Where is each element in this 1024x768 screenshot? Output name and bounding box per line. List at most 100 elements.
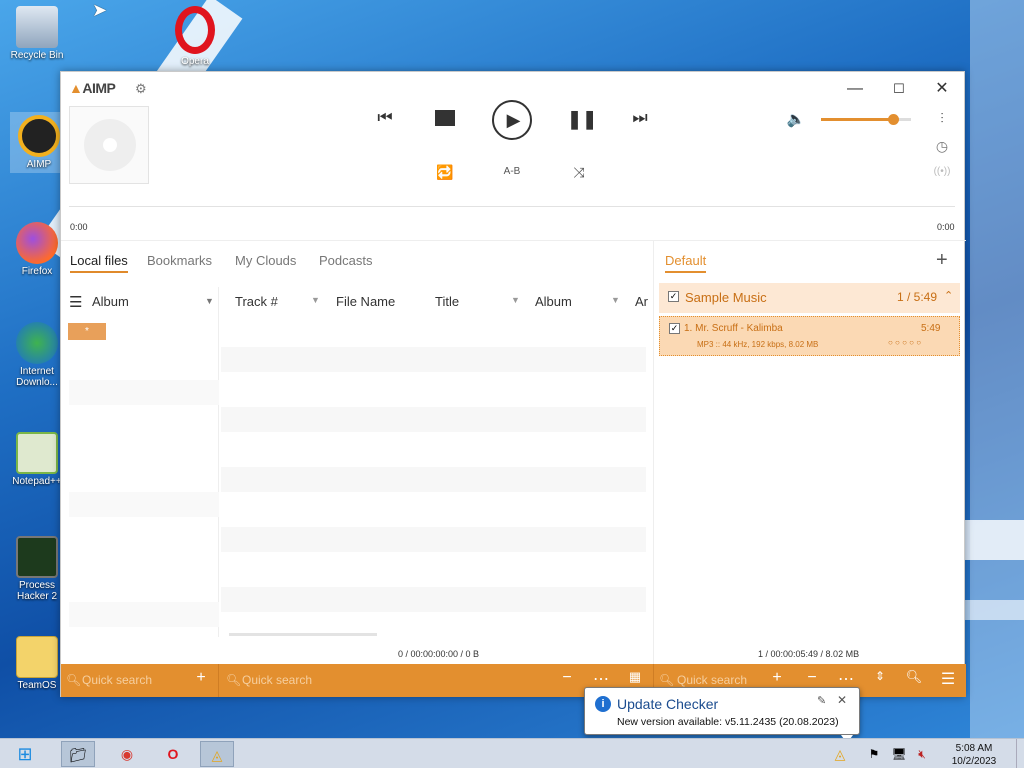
- add-files-button[interactable]: +: [766, 669, 788, 687]
- column-file-name[interactable]: File Name: [336, 294, 395, 309]
- column-title[interactable]: Title: [435, 294, 459, 309]
- tray-network-icon[interactable]: 🖥︎: [889, 741, 909, 767]
- broadcast-icon[interactable]: ((•)): [932, 166, 952, 177]
- scheduler-clock-icon[interactable]: ◷: [932, 138, 952, 155]
- taskbar-chrome-icon[interactable]: ◉: [110, 741, 144, 767]
- desktop-icon-teamos[interactable]: TeamOS: [8, 636, 66, 691]
- track-checkbox[interactable]: ✓: [669, 323, 680, 334]
- list-item: [69, 492, 219, 517]
- desktop-icon-notepad[interactable]: Notepad++: [8, 432, 66, 487]
- track-details: MP3 :: 44 kHz, 192 kbps, 8.02 MB: [697, 340, 819, 349]
- column-album[interactable]: Album: [535, 294, 572, 309]
- remove-button[interactable]: −: [556, 669, 578, 687]
- grouping-label[interactable]: Album: [92, 294, 129, 309]
- volume-slider[interactable]: [821, 114, 911, 125]
- pin-icon[interactable]: ✎: [817, 694, 826, 707]
- show-desktop-button[interactable]: [1016, 739, 1024, 768]
- tab-local-files[interactable]: Local files: [70, 253, 128, 273]
- playlist-track-row[interactable]: ✓ 1. Mr. Scruff - Kalimba 5:49 MP3 :: 44…: [659, 316, 960, 356]
- maximize-button[interactable]: ☐: [885, 78, 913, 100]
- next-track-button[interactable]: ⏭: [628, 108, 652, 128]
- repeat-icon[interactable]: 🔁: [435, 164, 455, 181]
- desktop-icon-opera[interactable]: Opera: [166, 6, 224, 67]
- opera-icon: [175, 6, 215, 54]
- shuffle-icon[interactable]: ⤨: [569, 164, 589, 181]
- tab-bookmarks[interactable]: Bookmarks: [147, 253, 212, 268]
- grid-view-icon[interactable]: ▦: [624, 669, 646, 685]
- equalizer-icon[interactable]: ⫶: [932, 110, 952, 127]
- grouping-dropdown-icon[interactable]: ▼: [205, 296, 214, 306]
- folder-icon: [16, 636, 58, 678]
- pause-button[interactable]: ❚❚: [567, 109, 597, 130]
- taskbar-explorer-icon[interactable]: 📁︎: [61, 741, 95, 767]
- collapse-chevron-icon[interactable]: ⌃: [944, 289, 953, 302]
- filter-icon[interactable]: ▼: [311, 295, 320, 305]
- list-item: [69, 380, 219, 405]
- previous-track-button[interactable]: ⏮: [373, 108, 397, 128]
- settings-gear-icon[interactable]: ⚙: [135, 81, 147, 97]
- play-button[interactable]: ▶: [492, 100, 532, 140]
- tab-my-clouds[interactable]: My Clouds: [235, 253, 296, 268]
- notification-message: New version available: v5.11.2435 (20.08…: [617, 716, 839, 728]
- menu-icon[interactable]: ☰: [69, 293, 82, 311]
- sort-icon[interactable]: ⇕: [869, 669, 891, 683]
- playlist-group-header[interactable]: ✓ Sample Music 1 / 5:49 ⌃: [659, 283, 960, 313]
- volume-icon[interactable]: 🔈: [785, 110, 807, 128]
- group-item-all[interactable]: *: [68, 323, 106, 340]
- table-row: [221, 467, 646, 492]
- desktop-icon-firefox[interactable]: Firefox: [8, 222, 66, 277]
- search-icon: 🔍︎: [659, 673, 675, 687]
- playlist-summary: 1 / 00:00:05:49 / 8.02 MB: [758, 649, 860, 659]
- notification-title: Update Checker: [617, 696, 719, 712]
- time-total: 0:00: [937, 222, 955, 232]
- filter-icon[interactable]: ▼: [511, 295, 520, 305]
- info-icon: i: [595, 696, 611, 712]
- divider: [653, 240, 654, 664]
- divider: [61, 240, 966, 241]
- desktop-icon-process-hacker[interactable]: Process Hacker 2: [8, 536, 66, 602]
- add-button[interactable]: +: [190, 669, 212, 687]
- stop-button[interactable]: [435, 110, 455, 126]
- tray-volume-muted-icon[interactable]: 🔇︎: [912, 741, 932, 767]
- desktop-icon-internet-download[interactable]: Internet Downlo...: [8, 322, 66, 388]
- firefox-icon: [16, 222, 58, 264]
- start-windows-icon[interactable]: ⊞: [8, 741, 42, 767]
- group-info: 1 / 5:49: [897, 290, 938, 304]
- column-track-number[interactable]: Track #: [235, 294, 278, 309]
- playlist-menu-icon[interactable]: ☰: [937, 669, 959, 689]
- tray-flag-icon[interactable]: ⚑: [864, 741, 884, 767]
- column-artist[interactable]: Ar: [635, 294, 648, 309]
- close-notification-icon[interactable]: ✕: [837, 693, 847, 707]
- group-checkbox[interactable]: ✓: [668, 291, 679, 302]
- tray-clock[interactable]: 5:08 AM 10/2/2023: [944, 742, 1004, 768]
- filter-icon[interactable]: ▼: [611, 295, 620, 305]
- divider: [218, 287, 219, 637]
- tray-aimp-icon[interactable]: ◬: [830, 741, 850, 767]
- playlist-search-input[interactable]: Quick search: [677, 673, 747, 687]
- horizontal-scrollbar[interactable]: [229, 633, 377, 636]
- tab-podcasts[interactable]: Podcasts: [319, 253, 372, 268]
- seek-bar[interactable]: [69, 206, 955, 207]
- library-group-search-input[interactable]: Quick search: [82, 673, 152, 687]
- disc-icon: [84, 119, 136, 171]
- desktop-icon-recycle-bin[interactable]: Recycle Bin: [8, 6, 66, 61]
- update-checker-notification[interactable]: i Update Checker New version available: …: [584, 687, 860, 743]
- table-row: [221, 347, 646, 372]
- library-search-input[interactable]: Quick search: [242, 673, 312, 687]
- group-name: Sample Music: [685, 290, 767, 305]
- remove-files-button[interactable]: −: [801, 669, 823, 687]
- minimize-button[interactable]: —: [841, 78, 869, 100]
- track-rating[interactable]: ○ ○ ○ ○ ○: [888, 338, 921, 347]
- table-row: [221, 587, 646, 612]
- more-options-icon[interactable]: ⋯: [590, 669, 612, 689]
- taskbar-aimp-icon[interactable]: ◬: [200, 741, 234, 767]
- ab-repeat-button[interactable]: A-B: [499, 166, 525, 177]
- close-button[interactable]: ✕: [928, 78, 956, 100]
- tab-default-playlist[interactable]: Default: [665, 253, 707, 273]
- volume-knob[interactable]: [888, 114, 899, 125]
- playlist-search-icon[interactable]: 🔍︎: [903, 669, 925, 685]
- taskbar-opera-icon[interactable]: O: [156, 741, 190, 767]
- playlist-more-icon[interactable]: ⋯: [835, 669, 857, 689]
- add-playlist-button[interactable]: +: [936, 249, 948, 272]
- recycle-bin-icon: [16, 6, 58, 48]
